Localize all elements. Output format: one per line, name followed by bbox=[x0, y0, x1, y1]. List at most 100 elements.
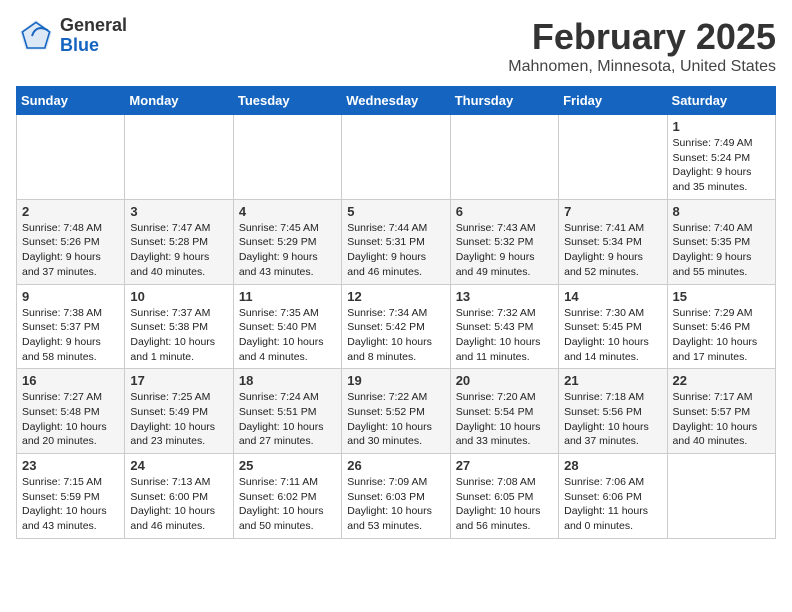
day-number: 3 bbox=[130, 204, 227, 219]
calendar-cell-w4-d4: 19 Sunrise: 7:22 AM Sunset: 5:52 PM Dayli… bbox=[342, 369, 450, 454]
day-number: 22 bbox=[673, 373, 770, 388]
col-saturday: Saturday bbox=[667, 87, 775, 115]
day-number: 23 bbox=[22, 458, 119, 473]
day-number: 15 bbox=[673, 289, 770, 304]
day-info: Sunrise: 7:15 AM Sunset: 5:59 PM Dayligh… bbox=[22, 475, 119, 534]
day-info: Sunrise: 7:43 AM Sunset: 5:32 PM Dayligh… bbox=[456, 221, 553, 280]
day-number: 19 bbox=[347, 373, 444, 388]
day-info: Sunrise: 7:17 AM Sunset: 5:57 PM Dayligh… bbox=[673, 390, 770, 449]
calendar-cell-w1-d4 bbox=[342, 115, 450, 200]
day-info: Sunrise: 7:44 AM Sunset: 5:31 PM Dayligh… bbox=[347, 221, 444, 280]
day-number: 10 bbox=[130, 289, 227, 304]
day-number: 6 bbox=[456, 204, 553, 219]
day-info: Sunrise: 7:13 AM Sunset: 6:00 PM Dayligh… bbox=[130, 475, 227, 534]
calendar-cell-w4-d3: 18 Sunrise: 7:24 AM Sunset: 5:51 PM Dayli… bbox=[233, 369, 341, 454]
day-info: Sunrise: 7:30 AM Sunset: 5:45 PM Dayligh… bbox=[564, 306, 661, 365]
col-tuesday: Tuesday bbox=[233, 87, 341, 115]
col-sunday: Sunday bbox=[17, 87, 125, 115]
calendar-week-4: 16 Sunrise: 7:27 AM Sunset: 5:48 PM Dayli… bbox=[17, 369, 776, 454]
day-info: Sunrise: 7:18 AM Sunset: 5:56 PM Dayligh… bbox=[564, 390, 661, 449]
calendar-cell-w5-d5: 27Sunrise: 7:08 AM Sunset: 6:05 PM Dayli… bbox=[450, 454, 558, 539]
day-info: Sunrise: 7:24 AM Sunset: 5:51 PM Dayligh… bbox=[239, 390, 336, 449]
day-info: Sunrise: 7:48 AM Sunset: 5:26 PM Dayligh… bbox=[22, 221, 119, 280]
calendar-cell-w4-d2: 17Sunrise: 7:25 AM Sunset: 5:49 PM Dayli… bbox=[125, 369, 233, 454]
day-info: Sunrise: 7:32 AM Sunset: 5:43 PM Dayligh… bbox=[456, 306, 553, 365]
calendar-cell-w5-d4: 26 Sunrise: 7:09 AM Sunset: 6:03 PM Dayli… bbox=[342, 454, 450, 539]
day-number: 2 bbox=[22, 204, 119, 219]
day-number: 7 bbox=[564, 204, 661, 219]
calendar-cell-w3-d5: 13 Sunrise: 7:32 AM Sunset: 5:43 PM Dayli… bbox=[450, 284, 558, 369]
day-info: Sunrise: 7:34 AM Sunset: 5:42 PM Dayligh… bbox=[347, 306, 444, 365]
day-number: 26 bbox=[347, 458, 444, 473]
calendar-cell-w1-d2 bbox=[125, 115, 233, 200]
day-info: Sunrise: 7:11 AM Sunset: 6:02 PM Dayligh… bbox=[239, 475, 336, 534]
day-info: Sunrise: 7:40 AM Sunset: 5:35 PM Dayligh… bbox=[673, 221, 770, 280]
col-thursday: Thursday bbox=[450, 87, 558, 115]
day-info: Sunrise: 7:29 AM Sunset: 5:46 PM Dayligh… bbox=[673, 306, 770, 365]
day-info: Sunrise: 7:06 AM Sunset: 6:06 PM Dayligh… bbox=[564, 475, 661, 534]
calendar-cell-w4-d6: 21 Sunrise: 7:18 AM Sunset: 5:56 PM Dayli… bbox=[559, 369, 667, 454]
day-info: Sunrise: 7:41 AM Sunset: 5:34 PM Dayligh… bbox=[564, 221, 661, 280]
calendar-cell-w5-d2: 24 Sunrise: 7:13 AM Sunset: 6:00 PM Dayli… bbox=[125, 454, 233, 539]
day-number: 8 bbox=[673, 204, 770, 219]
calendar-cell-w3-d7: 15 Sunrise: 7:29 AM Sunset: 5:46 PM Dayli… bbox=[667, 284, 775, 369]
calendar-cell-w2-d5: 6 Sunrise: 7:43 AM Sunset: 5:32 PM Daylig… bbox=[450, 199, 558, 284]
calendar-cell-w1-d6 bbox=[559, 115, 667, 200]
day-number: 18 bbox=[239, 373, 336, 388]
calendar-week-2: 2 Sunrise: 7:48 AM Sunset: 5:26 PM Daylig… bbox=[17, 199, 776, 284]
calendar-cell-w3-d2: 10 Sunrise: 7:37 AM Sunset: 5:38 PM Dayli… bbox=[125, 284, 233, 369]
calendar-cell-w2-d7: 8 Sunrise: 7:40 AM Sunset: 5:35 PM Daylig… bbox=[667, 199, 775, 284]
title-block: February 2025 Mahnomen, Minnesota, Unite… bbox=[508, 16, 776, 76]
calendar-cell-w3-d1: 9Sunrise: 7:38 AM Sunset: 5:37 PM Daylig… bbox=[17, 284, 125, 369]
calendar-cell-w1-d3 bbox=[233, 115, 341, 200]
day-number: 20 bbox=[456, 373, 553, 388]
calendar-cell-w2-d3: 4 Sunrise: 7:45 AM Sunset: 5:29 PM Daylig… bbox=[233, 199, 341, 284]
day-info: Sunrise: 7:49 AM Sunset: 5:24 PM Dayligh… bbox=[673, 136, 770, 195]
calendar-cell-w2-d1: 2 Sunrise: 7:48 AM Sunset: 5:26 PM Daylig… bbox=[17, 199, 125, 284]
logo: General Blue bbox=[16, 16, 127, 56]
day-number: 24 bbox=[130, 458, 227, 473]
day-info: Sunrise: 7:37 AM Sunset: 5:38 PM Dayligh… bbox=[130, 306, 227, 365]
day-info: Sunrise: 7:45 AM Sunset: 5:29 PM Dayligh… bbox=[239, 221, 336, 280]
day-info: Sunrise: 7:20 AM Sunset: 5:54 PM Dayligh… bbox=[456, 390, 553, 449]
day-number: 28 bbox=[564, 458, 661, 473]
calendar-cell-w1-d5 bbox=[450, 115, 558, 200]
calendar-cell-w5-d6: 28 Sunrise: 7:06 AM Sunset: 6:06 PM Dayli… bbox=[559, 454, 667, 539]
calendar-week-1: 1 Sunrise: 7:49 AM Sunset: 5:24 PM Daylig… bbox=[17, 115, 776, 200]
calendar-cell-w5-d3: 25 Sunrise: 7:11 AM Sunset: 6:02 PM Dayli… bbox=[233, 454, 341, 539]
logo-icon bbox=[16, 16, 56, 56]
day-number: 12 bbox=[347, 289, 444, 304]
day-number: 1 bbox=[673, 119, 770, 134]
calendar-cell-w1-d7: 1 Sunrise: 7:49 AM Sunset: 5:24 PM Daylig… bbox=[667, 115, 775, 200]
day-info: Sunrise: 7:22 AM Sunset: 5:52 PM Dayligh… bbox=[347, 390, 444, 449]
day-number: 25 bbox=[239, 458, 336, 473]
col-wednesday: Wednesday bbox=[342, 87, 450, 115]
calendar-cell-w3-d4: 12 Sunrise: 7:34 AM Sunset: 5:42 PM Dayli… bbox=[342, 284, 450, 369]
day-number: 4 bbox=[239, 204, 336, 219]
logo-blue: Blue bbox=[60, 36, 127, 56]
logo-text: General Blue bbox=[60, 16, 127, 56]
day-number: 13 bbox=[456, 289, 553, 304]
calendar-cell-w3-d3: 11 Sunrise: 7:35 AM Sunset: 5:40 PM Dayli… bbox=[233, 284, 341, 369]
day-number: 16 bbox=[22, 373, 119, 388]
calendar-cell-w4-d5: 20 Sunrise: 7:20 AM Sunset: 5:54 PM Dayli… bbox=[450, 369, 558, 454]
day-info: Sunrise: 7:38 AM Sunset: 5:37 PM Dayligh… bbox=[22, 306, 119, 365]
day-info: Sunrise: 7:25 AM Sunset: 5:49 PM Dayligh… bbox=[130, 390, 227, 449]
day-info: Sunrise: 7:27 AM Sunset: 5:48 PM Dayligh… bbox=[22, 390, 119, 449]
day-info: Sunrise: 7:09 AM Sunset: 6:03 PM Dayligh… bbox=[347, 475, 444, 534]
calendar-week-3: 9Sunrise: 7:38 AM Sunset: 5:37 PM Daylig… bbox=[17, 284, 776, 369]
calendar-cell-w4-d1: 16 Sunrise: 7:27 AM Sunset: 5:48 PM Dayli… bbox=[17, 369, 125, 454]
calendar-cell-w3-d6: 14Sunrise: 7:30 AM Sunset: 5:45 PM Dayli… bbox=[559, 284, 667, 369]
calendar-cell-w2-d6: 7 Sunrise: 7:41 AM Sunset: 5:34 PM Daylig… bbox=[559, 199, 667, 284]
day-info: Sunrise: 7:47 AM Sunset: 5:28 PM Dayligh… bbox=[130, 221, 227, 280]
calendar-header-row: Sunday Monday Tuesday Wednesday Thursday… bbox=[17, 87, 776, 115]
day-number: 21 bbox=[564, 373, 661, 388]
calendar-cell-w5-d1: 23 Sunrise: 7:15 AM Sunset: 5:59 PM Dayli… bbox=[17, 454, 125, 539]
calendar-table: Sunday Monday Tuesday Wednesday Thursday… bbox=[16, 86, 776, 539]
day-number: 11 bbox=[239, 289, 336, 304]
day-info: Sunrise: 7:35 AM Sunset: 5:40 PM Dayligh… bbox=[239, 306, 336, 365]
location: Mahnomen, Minnesota, United States bbox=[508, 58, 776, 76]
calendar-week-5: 23 Sunrise: 7:15 AM Sunset: 5:59 PM Dayli… bbox=[17, 454, 776, 539]
col-friday: Friday bbox=[559, 87, 667, 115]
calendar-cell-w5-d7 bbox=[667, 454, 775, 539]
